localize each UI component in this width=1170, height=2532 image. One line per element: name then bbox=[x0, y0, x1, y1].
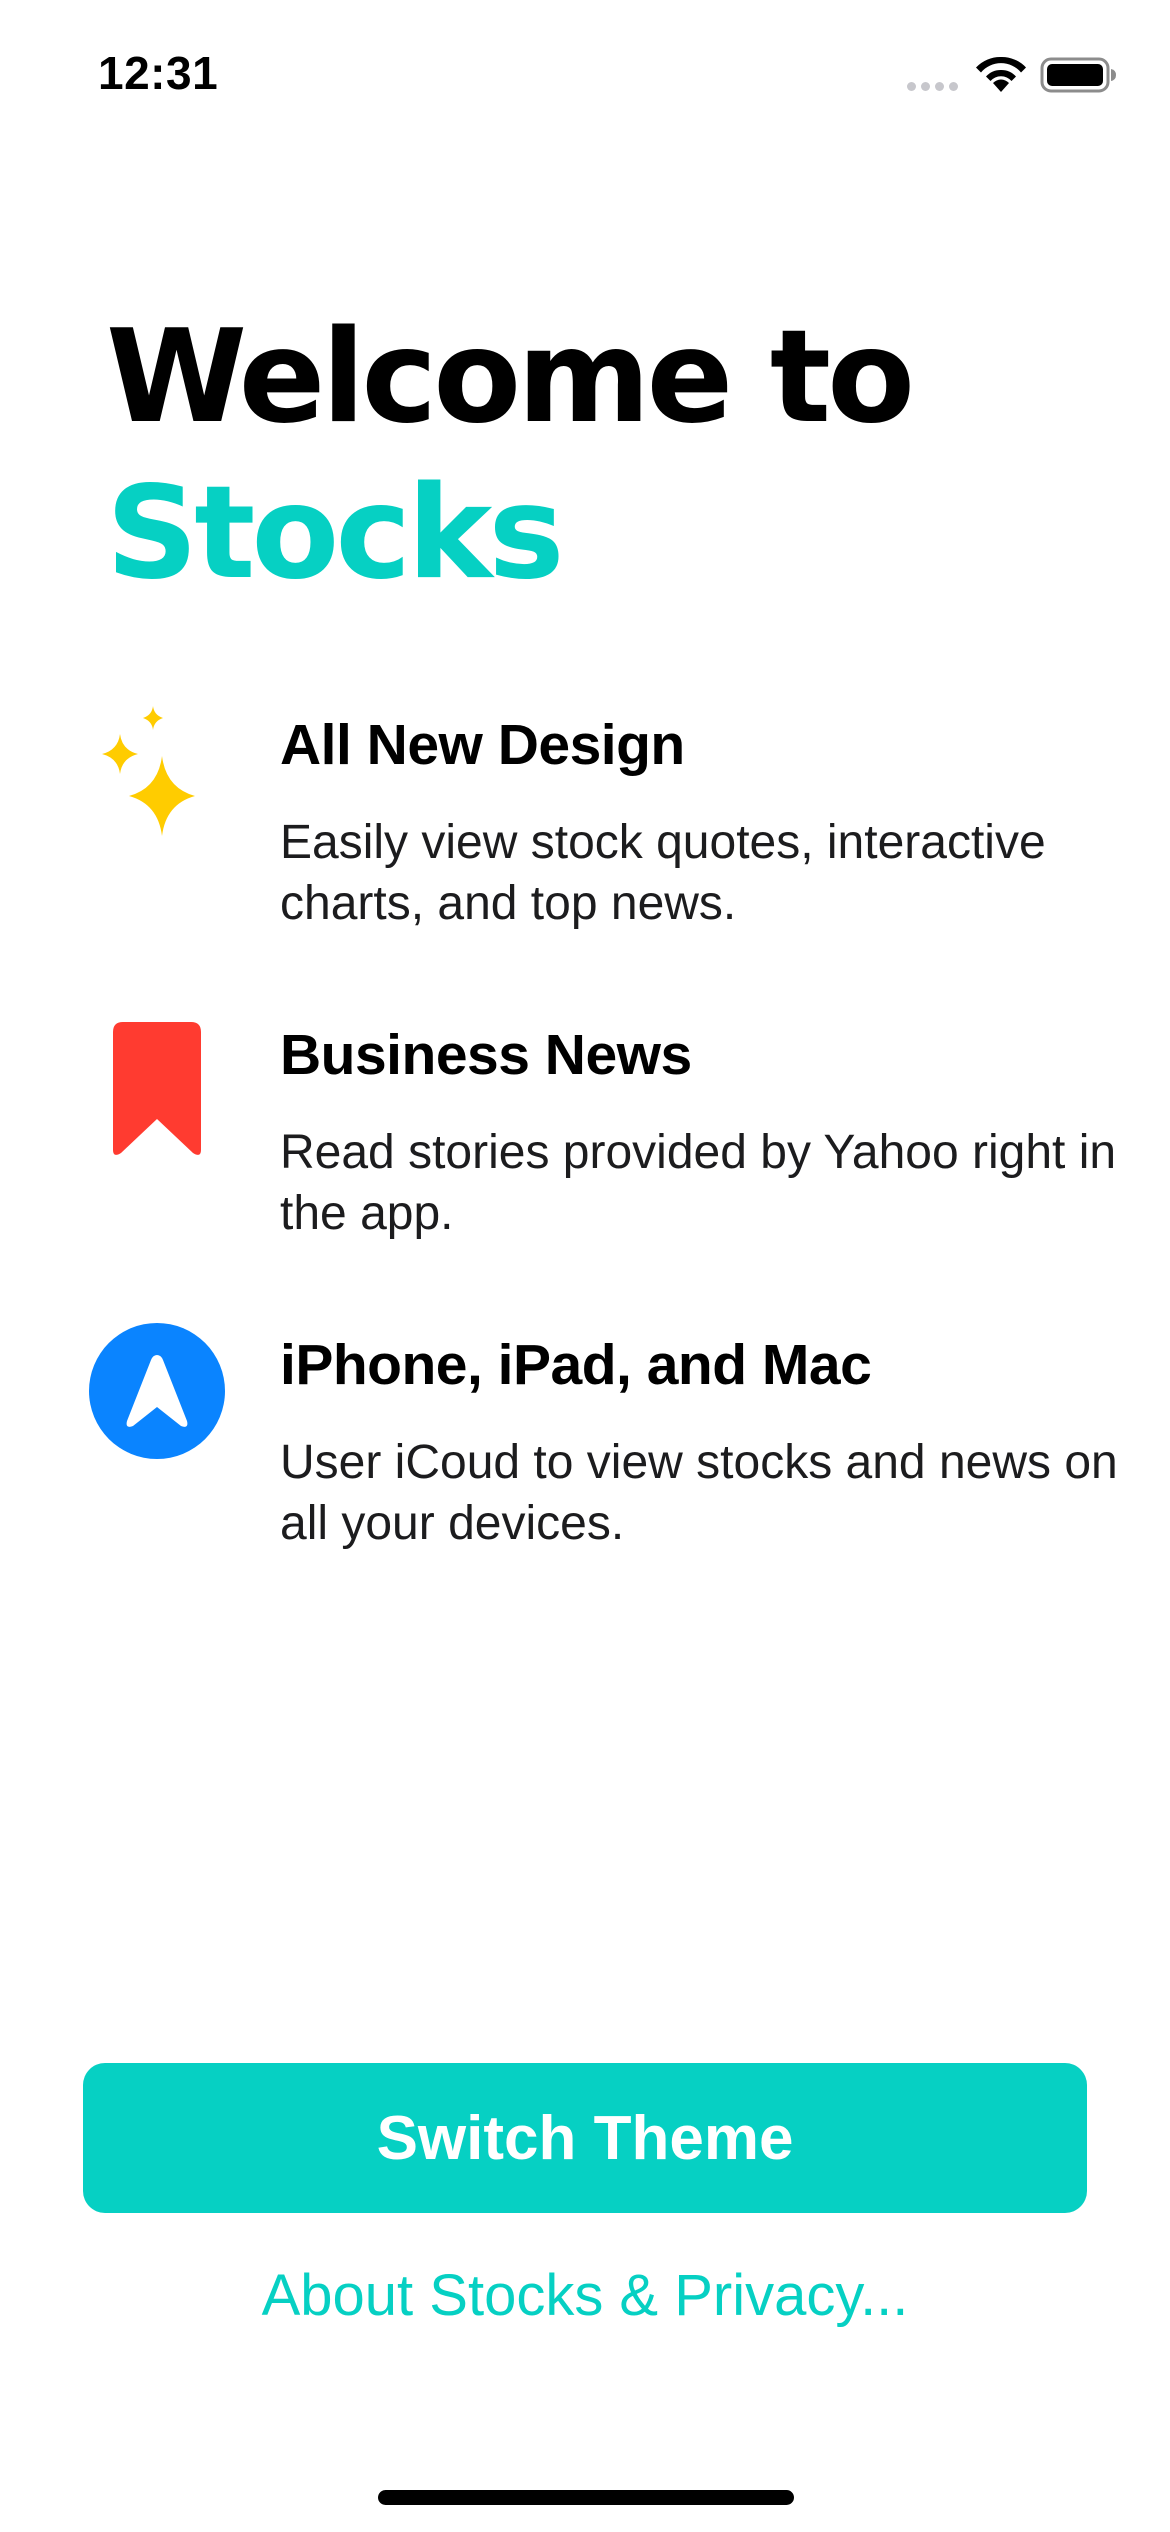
home-indicator[interactable] bbox=[378, 2490, 794, 2505]
status-bar: 12:31 bbox=[0, 0, 1170, 140]
switch-theme-button[interactable]: Switch Theme bbox=[83, 2063, 1087, 2213]
feature-title: All New Design bbox=[280, 713, 685, 777]
sparkles-icon bbox=[102, 706, 195, 836]
title-app-name: Stocks bbox=[106, 459, 565, 608]
bookmark-icon bbox=[113, 1022, 201, 1155]
cellular-signal-icon bbox=[907, 82, 958, 91]
feature-description: User iCoud to view stocks and news on al… bbox=[280, 1436, 1118, 1550]
wifi-icon bbox=[976, 56, 1026, 92]
title-welcome: Welcome to bbox=[106, 303, 915, 452]
feature-title: Business News bbox=[280, 1023, 692, 1087]
status-time: 12:31 bbox=[98, 47, 219, 99]
feature-description: Read stories provided by Yahoo right in … bbox=[280, 1126, 1117, 1240]
feature-title: iPhone, iPad, and Mac bbox=[280, 1333, 872, 1397]
battery-icon bbox=[1040, 57, 1116, 93]
page-title: Welcome to Stocks bbox=[106, 300, 915, 612]
feature-description: Easily view stock quotes, interactive ch… bbox=[280, 816, 1046, 930]
location-arrow-icon bbox=[89, 1323, 225, 1459]
about-privacy-link[interactable]: About Stocks & Privacy... bbox=[0, 2262, 1170, 2329]
